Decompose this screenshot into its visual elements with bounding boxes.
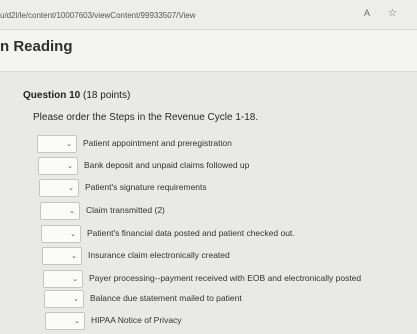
order-select[interactable]: ⌄: [40, 202, 80, 220]
chevron-down-icon: ⌄: [72, 276, 78, 283]
chevron-down-icon: ⌄: [73, 296, 79, 303]
chevron-down-icon: ⌄: [67, 163, 73, 170]
order-select[interactable]: ⌄: [45, 312, 85, 330]
question-points: (18 points): [83, 90, 131, 101]
chevron-down-icon: ⌄: [74, 318, 80, 325]
order-select[interactable]: ⌄: [43, 270, 83, 288]
chevron-down-icon: ⌄: [71, 253, 77, 260]
ordering-item: ⌄ Balance due statement mailed to patien…: [44, 290, 404, 308]
favorite-star-icon[interactable]: ☆: [388, 8, 397, 19]
ordering-item: ⌄ HIPAA Notice of Privacy: [45, 312, 405, 330]
chevron-down-icon: ⌄: [70, 231, 76, 238]
reader-mode-icon[interactable]: A: [364, 8, 370, 18]
question-number: Question 10: [23, 90, 81, 101]
url-text[interactable]: u/d2l/le/content/10007603/viewContent/99…: [0, 11, 196, 20]
order-select[interactable]: ⌄: [42, 247, 82, 265]
page-title: n Reading: [0, 38, 73, 55]
page-header: n Reading: [0, 30, 417, 72]
item-label: Patient's signature requirements: [85, 182, 207, 192]
order-select[interactable]: ⌄: [41, 225, 81, 243]
item-label: Claim transmitted (2): [86, 205, 165, 215]
browser-address-bar[interactable]: u/d2l/le/content/10007603/viewContent/99…: [0, 0, 417, 30]
ordering-item: ⌄ Bank deposit and unpaid claims followe…: [38, 157, 398, 175]
ordering-item: ⌄ Patient's financial data posted and pa…: [41, 225, 401, 243]
ordering-item: ⌄ Payer processing--payment received wit…: [43, 270, 403, 288]
order-select[interactable]: ⌄: [39, 179, 79, 197]
question-prompt: Please order the Steps in the Revenue Cy…: [33, 112, 259, 123]
chevron-down-icon: ⌄: [69, 208, 75, 215]
item-label: HIPAA Notice of Privacy: [91, 315, 182, 325]
item-label: Patient's financial data posted and pati…: [87, 228, 295, 238]
item-label: Bank deposit and unpaid claims followed …: [84, 160, 250, 170]
chevron-down-icon: ⌄: [66, 141, 72, 148]
order-select[interactable]: ⌄: [38, 157, 78, 175]
item-label: Patient appointment and preregistration: [83, 138, 232, 148]
ordering-item: ⌄ Patient's signature requirements: [39, 179, 399, 197]
order-select[interactable]: ⌄: [37, 135, 77, 153]
ordering-item: ⌄ Insurance claim electronically created: [42, 247, 402, 265]
item-label: Balance due statement mailed to patient: [90, 293, 242, 303]
item-label: Insurance claim electronically created: [88, 250, 230, 260]
item-label: Payer processing--payment received with …: [89, 273, 362, 283]
ordering-item: ⌄ Claim transmitted (2): [40, 202, 400, 220]
order-select[interactable]: ⌄: [44, 290, 84, 308]
question-heading: Question 10 (18 points): [23, 90, 130, 101]
chevron-down-icon: ⌄: [68, 185, 74, 192]
ordering-item: ⌄ Patient appointment and preregistratio…: [37, 135, 397, 153]
